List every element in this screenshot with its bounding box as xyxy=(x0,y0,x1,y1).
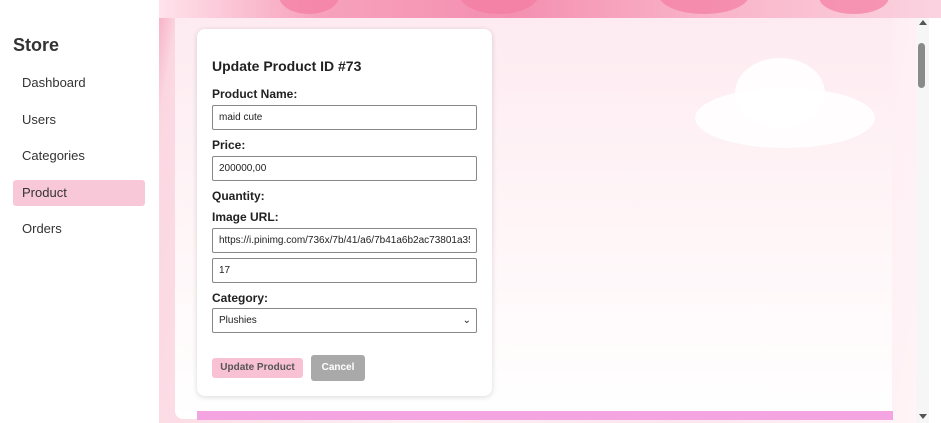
sidebar-item-users[interactable]: Users xyxy=(13,107,145,133)
category-select[interactable]: Plushies ⌄ xyxy=(212,308,477,333)
form-title: Update Product ID #73 xyxy=(212,58,362,74)
scroll-thumb[interactable] xyxy=(918,43,925,88)
update-product-button[interactable]: Update Product xyxy=(212,358,303,378)
sidebar-item-dashboard[interactable]: Dashboard xyxy=(13,70,145,96)
store-title: Store xyxy=(13,35,60,55)
chevron-down-icon: ⌄ xyxy=(462,315,471,326)
price-input[interactable] xyxy=(212,156,477,181)
bottom-section-bar xyxy=(197,411,893,420)
category-selected-value: Plushies xyxy=(219,315,257,326)
image-url-input[interactable] xyxy=(212,228,477,253)
vertical-scrollbar[interactable] xyxy=(916,18,929,423)
sidebar-item-categories[interactable]: Categories xyxy=(13,143,145,169)
quantity-input[interactable] xyxy=(212,258,477,283)
update-product-form: Update Product ID #73 Product Name: Pric… xyxy=(197,29,492,396)
scroll-up-arrow-icon[interactable] xyxy=(919,20,927,25)
product-name-input[interactable] xyxy=(212,105,477,130)
cancel-button[interactable]: Cancel xyxy=(311,355,365,381)
product-name-label: Product Name: xyxy=(212,87,298,101)
price-label: Price: xyxy=(212,138,246,152)
sidebar: Store Dashboard Users Categories Product… xyxy=(0,0,160,423)
header-banner-image xyxy=(159,0,941,18)
image-url-label: Image URL: xyxy=(212,210,279,224)
quantity-label: Quantity: xyxy=(212,189,265,203)
sidebar-item-orders[interactable]: Orders xyxy=(13,216,145,242)
category-label: Category: xyxy=(212,291,269,305)
sidebar-item-product[interactable]: Product xyxy=(13,180,145,206)
scroll-down-arrow-icon[interactable] xyxy=(919,414,927,419)
